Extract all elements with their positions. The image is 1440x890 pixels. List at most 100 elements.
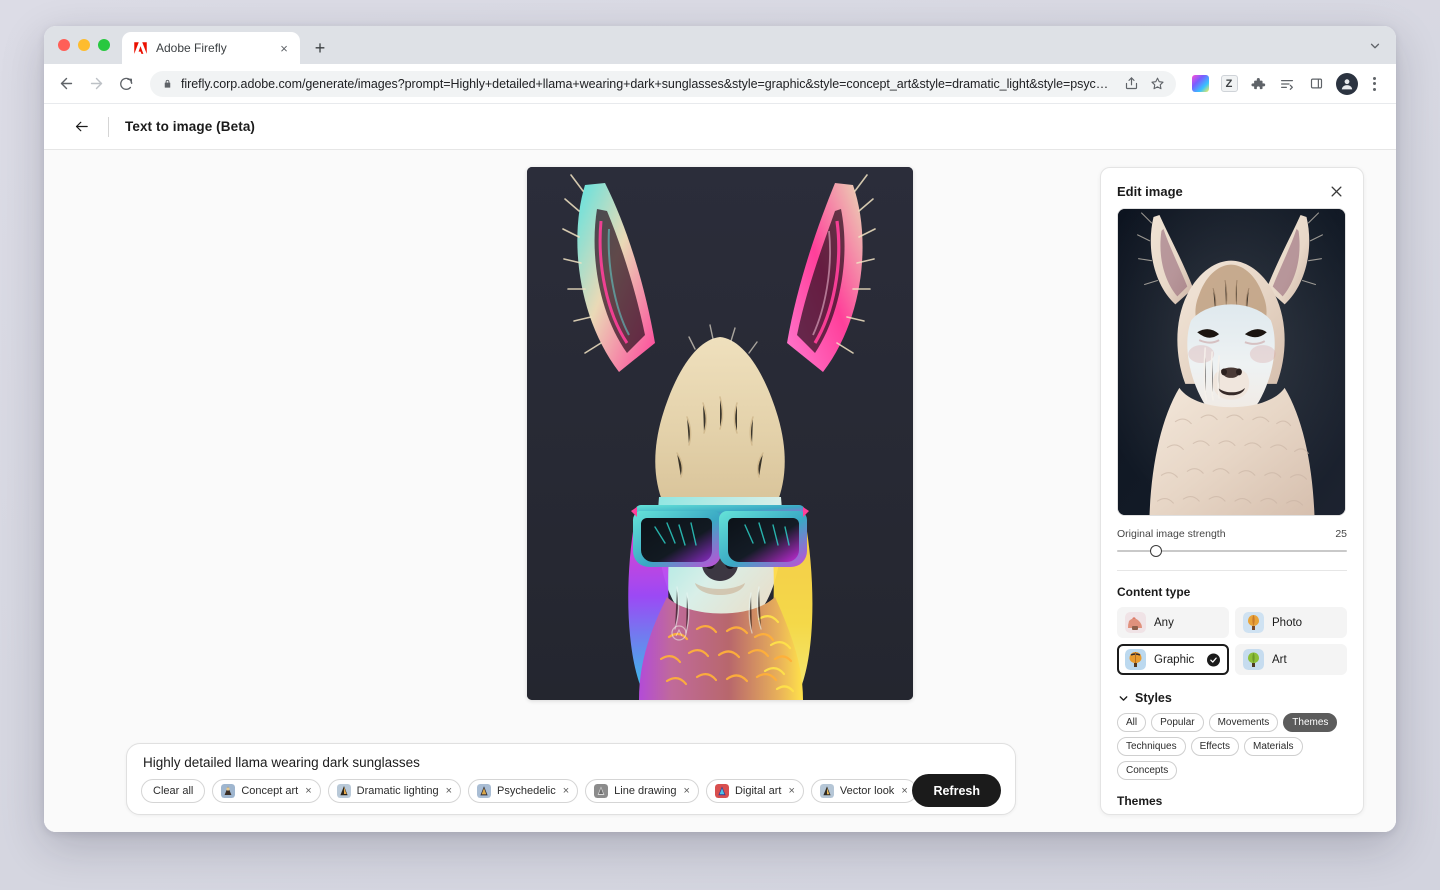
- close-icon[interactable]: ×: [901, 786, 907, 797]
- chevron-down-icon[interactable]: [1366, 37, 1384, 55]
- style-chip-dramatic-lighting[interactable]: Dramatic lighting ×: [328, 779, 461, 803]
- styles-title: Styles: [1135, 691, 1172, 705]
- edit-image-panel: Edit image: [1100, 167, 1364, 815]
- style-filter-techniques[interactable]: Techniques: [1117, 737, 1186, 756]
- close-window-button[interactable]: [58, 39, 70, 51]
- style-chip-concept-art[interactable]: Concept art ×: [212, 779, 320, 803]
- content-type-thumbnail-icon: [1125, 649, 1146, 670]
- check-icon: [1207, 653, 1220, 666]
- style-chip-digital-art[interactable]: Digital art ×: [706, 779, 804, 803]
- close-icon[interactable]: ×: [788, 786, 794, 797]
- divider: [1117, 570, 1347, 571]
- style-chip-label: Line drawing: [614, 785, 676, 797]
- browser-toolbar: firefly.corp.adobe.com/generate/images?p…: [44, 64, 1396, 104]
- style-chip-label: Digital art: [735, 785, 781, 797]
- extension-z-icon[interactable]: Z: [1216, 71, 1242, 97]
- forward-icon[interactable]: [82, 70, 110, 98]
- style-thumbnail-icon: [221, 784, 235, 798]
- style-filter-movements[interactable]: Movements: [1209, 713, 1279, 732]
- reading-list-icon[interactable]: [1274, 71, 1300, 97]
- browser-tab[interactable]: Adobe Firefly ×: [122, 32, 300, 64]
- reference-image[interactable]: [1117, 208, 1346, 516]
- close-icon[interactable]: ×: [446, 786, 452, 797]
- extension-gradient-icon[interactable]: [1187, 71, 1213, 97]
- content-type-thumbnail-icon: [1243, 612, 1264, 633]
- page-title: Text to image (Beta): [125, 119, 255, 134]
- close-icon[interactable]: ×: [563, 786, 569, 797]
- close-icon[interactable]: ×: [276, 40, 292, 56]
- prompt-input[interactable]: Highly detailed llama wearing dark sungl…: [143, 755, 1001, 770]
- style-thumbnail-icon: [477, 784, 491, 798]
- content-type-label: Photo: [1272, 617, 1302, 629]
- chevron-down-icon[interactable]: [1117, 692, 1130, 705]
- style-chip-label: Concept art: [241, 785, 298, 797]
- content-type-label: Any: [1154, 617, 1174, 629]
- header-divider: [108, 117, 109, 137]
- back-button[interactable]: [66, 112, 96, 142]
- side-panel-icon[interactable]: [1303, 71, 1329, 97]
- style-filter-pills: All Popular Movements Themes Techniques …: [1117, 713, 1347, 780]
- style-thumbnail-icon: [715, 784, 729, 798]
- content-type-label: Graphic: [1154, 654, 1194, 666]
- close-icon[interactable]: [1325, 180, 1347, 202]
- content-type-photo[interactable]: Photo: [1235, 607, 1347, 638]
- address-bar[interactable]: firefly.corp.adobe.com/generate/images?p…: [150, 71, 1176, 97]
- extensions-puzzle-icon[interactable]: [1245, 71, 1271, 97]
- panel-header: Edit image: [1117, 168, 1347, 208]
- style-thumbnail-icon: [337, 784, 351, 798]
- style-thumbnail-icon: [594, 784, 608, 798]
- style-chip-line-drawing[interactable]: Line drawing ×: [585, 779, 699, 803]
- firefly-app: Text to image (Beta): [44, 104, 1396, 832]
- style-chip-vector-look[interactable]: Vector look ×: [811, 779, 917, 803]
- window-traffic-lights: [54, 26, 122, 64]
- new-tab-button[interactable]: +: [306, 34, 334, 62]
- content-type-any[interactable]: Any: [1117, 607, 1229, 638]
- style-filter-themes[interactable]: Themes: [1283, 713, 1337, 732]
- style-chip-psychedelic[interactable]: Psychedelic ×: [468, 779, 578, 803]
- strength-label: Original image strength: [1117, 528, 1226, 540]
- content-type-title: Content type: [1117, 585, 1347, 599]
- style-chip-label: Psychedelic: [497, 785, 556, 797]
- clear-all-label: Clear all: [153, 785, 193, 797]
- minimize-window-button[interactable]: [78, 39, 90, 51]
- panel-title: Edit image: [1117, 184, 1183, 199]
- maximize-window-button[interactable]: [98, 39, 110, 51]
- strength-value: 25: [1335, 528, 1347, 540]
- share-icon[interactable]: [1122, 75, 1140, 93]
- generated-image[interactable]: [527, 167, 913, 700]
- close-icon[interactable]: ×: [305, 786, 311, 797]
- adobe-logo-icon: [133, 41, 148, 56]
- back-icon[interactable]: [52, 70, 80, 98]
- browser-window: Adobe Firefly × + firefly.corp.adobe.com…: [44, 26, 1396, 832]
- style-chip-row: Clear all Concept art ×: [141, 779, 1001, 803]
- reload-icon[interactable]: [112, 70, 140, 98]
- styles-section-header[interactable]: Styles: [1117, 691, 1347, 705]
- bookmark-star-icon[interactable]: [1148, 75, 1166, 93]
- style-filter-popular[interactable]: Popular: [1151, 713, 1203, 732]
- strength-slider[interactable]: [1117, 542, 1347, 560]
- style-chip-label: Vector look: [840, 785, 894, 797]
- styles-group-label: Themes: [1117, 794, 1347, 808]
- content-type-thumbnail-icon: [1243, 649, 1264, 670]
- profile-avatar-icon[interactable]: [1332, 71, 1358, 97]
- style-filter-concepts[interactable]: Concepts: [1117, 761, 1177, 780]
- refresh-button[interactable]: Refresh: [912, 774, 1001, 807]
- style-filter-effects[interactable]: Effects: [1191, 737, 1239, 756]
- strength-slider-row: Original image strength 25: [1117, 528, 1347, 540]
- app-header: Text to image (Beta): [44, 104, 1396, 150]
- content-type-label: Art: [1272, 654, 1287, 666]
- style-filter-materials[interactable]: Materials: [1244, 737, 1303, 756]
- workspace: Highly detailed llama wearing dark sungl…: [44, 150, 1396, 832]
- content-type-thumbnail-icon: [1125, 612, 1146, 633]
- content-type-art[interactable]: Art: [1235, 644, 1347, 675]
- content-type-graphic[interactable]: Graphic: [1117, 644, 1229, 675]
- clear-all-button[interactable]: Clear all: [141, 779, 205, 803]
- prompt-bar[interactable]: Highly detailed llama wearing dark sungl…: [126, 743, 1016, 815]
- content-type-grid: Any Photo Graphic: [1117, 607, 1347, 675]
- style-filter-all[interactable]: All: [1117, 713, 1146, 732]
- slider-handle[interactable]: [1150, 545, 1162, 557]
- style-thumbnail-icon: [820, 784, 834, 798]
- browser-menu-icon[interactable]: [1362, 72, 1386, 96]
- url-text: firefly.corp.adobe.com/generate/images?p…: [181, 77, 1114, 91]
- close-icon[interactable]: ×: [684, 786, 690, 797]
